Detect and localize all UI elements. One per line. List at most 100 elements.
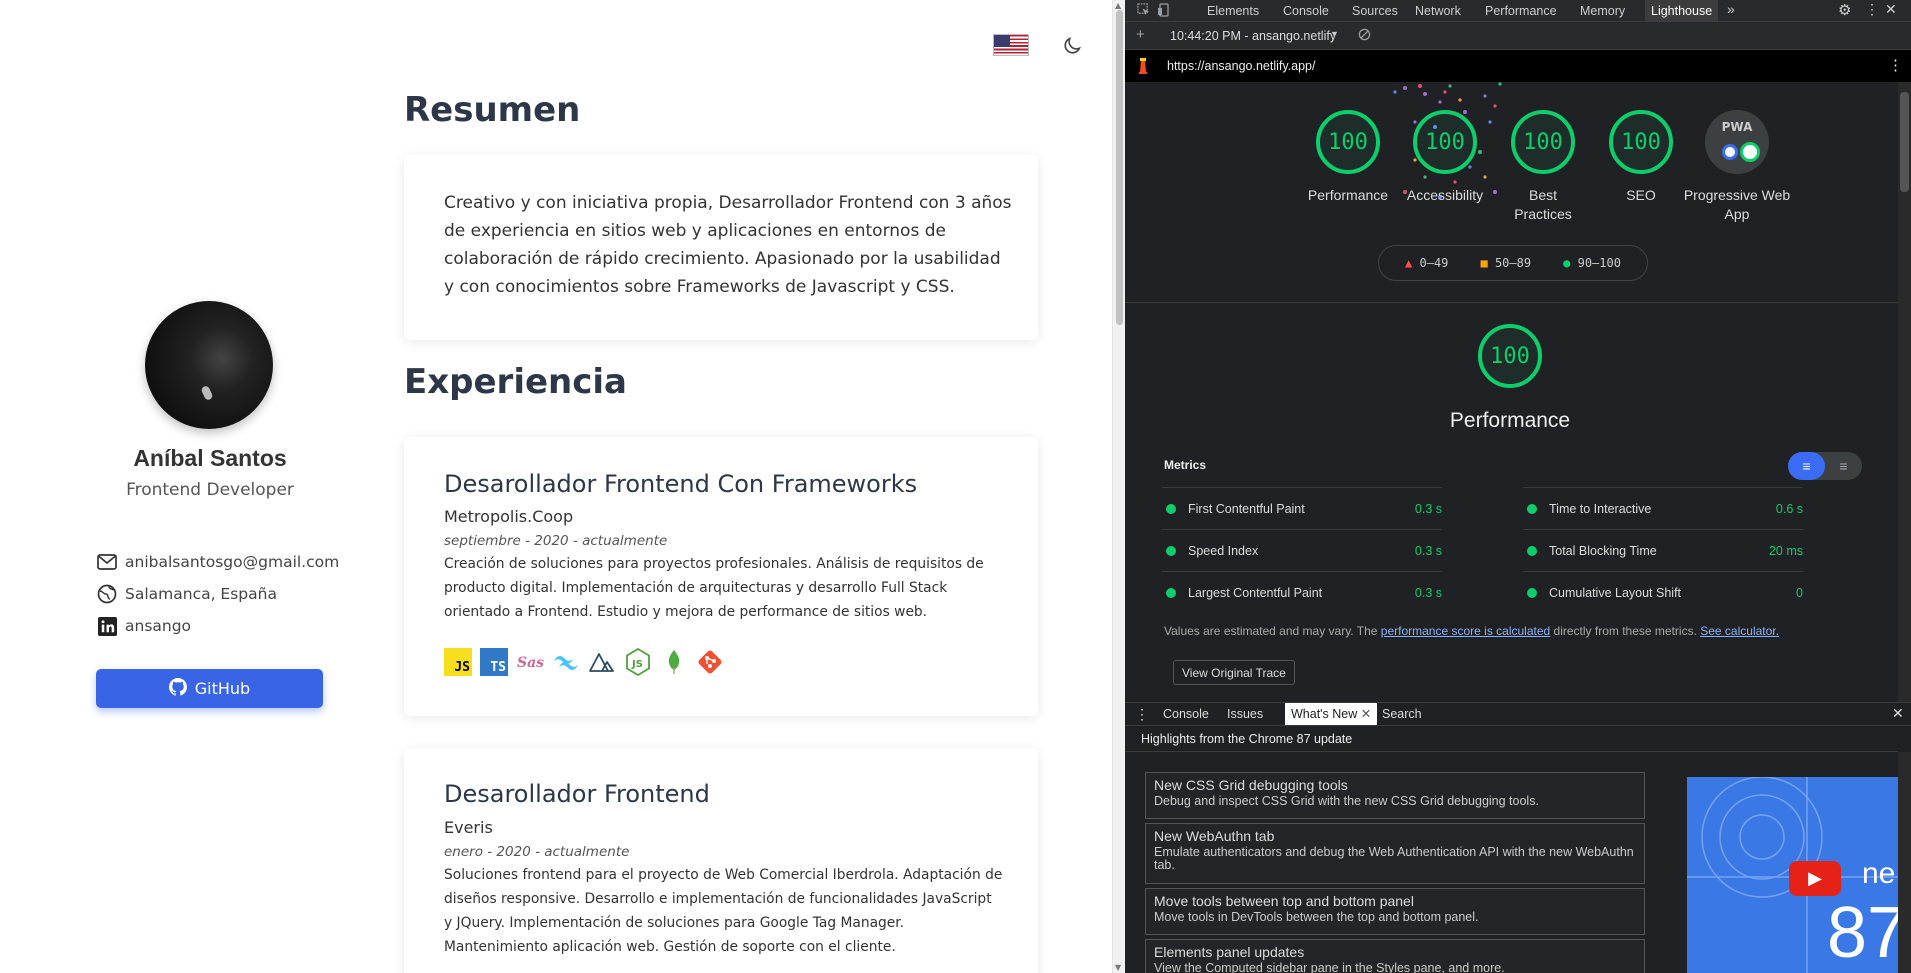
summary-card: Creativo y con iniciativa propia, Desarr… <box>404 155 1038 340</box>
kebab-menu-icon[interactable]: ⋮ <box>1865 1 1879 18</box>
summary-heading: Resumen <box>404 90 581 130</box>
news-item[interactable]: Elements panel updates View the Computed … <box>1145 939 1645 973</box>
kebab-menu-icon[interactable]: ⋮ <box>1888 56 1903 74</box>
experience-heading: Experiencia <box>404 362 627 402</box>
lighthouse-report: 100 Performance 100 Accessibility 100 Be… <box>1125 82 1898 702</box>
add-report-icon[interactable]: + <box>1136 26 1145 43</box>
expanded-view-icon[interactable]: ≡ <box>1825 452 1862 480</box>
email-contact[interactable]: anibalsantosgo@gmail.com <box>97 552 339 572</box>
pass-dot-icon <box>1527 587 1537 598</box>
score-calculated-link[interactable]: performance score is calculated <box>1381 624 1550 638</box>
javascript-icon: JS <box>444 648 472 676</box>
close-icon[interactable]: ✕ <box>1885 1 1897 18</box>
page-scrollbar[interactable]: ▲ ▼ <box>1112 0 1125 973</box>
tab-performance[interactable]: Performance <box>1485 4 1557 18</box>
report-scrollbar[interactable] <box>1898 82 1911 702</box>
pass-dot-icon <box>1166 587 1176 598</box>
tab-network[interactable]: Network <box>1415 4 1461 18</box>
tab-lighthouse[interactable]: Lighthouse <box>1645 0 1719 22</box>
news-item[interactable]: New WebAuthn tab Emulate authenticators a… <box>1145 823 1645 884</box>
lighthouse-toolbar: + 10:44:20 PM - ansango.netlify ▼ <box>1125 22 1911 50</box>
metric-name: Speed Index <box>1188 543 1259 558</box>
report-url[interactable]: https://ansango.netlify.app/ <box>1167 59 1315 73</box>
mail-icon <box>97 552 117 572</box>
drawer-header: Highlights from the Chrome 87 update <box>1141 732 1353 746</box>
linkedin-icon <box>97 616 117 636</box>
video-text: ne <box>1862 857 1896 890</box>
news-item[interactable]: Move tools between top and bottom panel M… <box>1145 888 1645 935</box>
report-url-bar: https://ansango.netlify.app/ ⋮ <box>1125 50 1911 82</box>
news-desc: View the Computed sidebar pane in the St… <box>1154 961 1505 973</box>
pass-dot-icon <box>1527 545 1537 556</box>
nodejs-icon: JS <box>624 648 652 676</box>
triangle-icon: ▲ <box>1405 256 1413 270</box>
us-flag-icon[interactable] <box>993 34 1029 56</box>
clear-icon[interactable] <box>1358 28 1371 44</box>
news-item[interactable]: New CSS Grid debugging tools Debug and in… <box>1145 772 1645 819</box>
view-toggle[interactable]: ≡ ≡ <box>1788 452 1862 480</box>
metric-name: Total Blocking Time <box>1549 543 1657 558</box>
chevron-down-icon[interactable]: ▼ <box>1330 29 1339 39</box>
news-title: Elements panel updates <box>1154 944 1305 960</box>
job-card: Desarollador Frontend Con Frameworks Met… <box>404 437 1038 716</box>
report-select[interactable]: 10:44:20 PM - ansango.netlify <box>1170 29 1336 43</box>
play-icon[interactable]: ▶ <box>1789 861 1841 896</box>
drawer-tab-whats-new[interactable]: What's New ✕ <box>1285 703 1378 725</box>
drawer-menu-icon[interactable]: ⋮ <box>1135 706 1149 723</box>
drawer-scrollbar[interactable] <box>1898 752 1911 973</box>
whats-new-video-thumbnail[interactable]: ▶ ne 87 <box>1687 777 1898 973</box>
metric-value: 0.3 s <box>1414 585 1442 600</box>
note-text: Values are estimated and may vary. The <box>1164 624 1381 638</box>
gear-icon[interactable]: ⚙ <box>1838 1 1851 19</box>
lighthouse-logo-icon <box>1137 58 1149 77</box>
typescript-icon: TS <box>480 648 508 676</box>
tab-sources[interactable]: Sources <box>1352 4 1398 18</box>
gauge-label: Performance <box>1307 187 1389 203</box>
see-calculator-link[interactable]: See calculator. <box>1700 624 1779 638</box>
pwa-badge-icon[interactable]: PWA <box>1705 110 1769 174</box>
pwa-badge-text: PWA <box>1721 120 1753 134</box>
performance-gauge[interactable]: 100 <box>1316 110 1380 174</box>
view-trace-button[interactable]: View Original Trace <box>1173 660 1295 685</box>
metric-row: Total Blocking Time 20 ms <box>1523 529 1803 571</box>
svg-text:JS: JS <box>631 659 643 670</box>
linkedin-contact[interactable]: ansango <box>97 616 191 636</box>
accessibility-gauge[interactable]: 100 <box>1413 110 1477 174</box>
gauge-label: Progressive Web App <box>1683 187 1791 222</box>
metrics-heading: Metrics <box>1164 458 1207 472</box>
mongodb-icon <box>660 648 688 676</box>
moon-icon[interactable] <box>1061 35 1083 57</box>
divider <box>1125 725 1911 726</box>
tab-elements[interactable]: Elements <box>1207 4 1259 18</box>
svg-text:Sass: Sass <box>517 655 544 671</box>
compact-view-icon[interactable]: ≡ <box>1788 452 1825 480</box>
tab-console[interactable]: Console <box>1283 4 1329 18</box>
scrollbar-thumb[interactable] <box>1900 92 1909 192</box>
seo-gauge[interactable]: 100 <box>1609 110 1673 174</box>
metric-name: Largest Contentful Paint <box>1188 585 1323 600</box>
metric-name: Time to Interactive <box>1549 501 1652 516</box>
more-tabs-icon[interactable]: » <box>1727 1 1735 17</box>
drawer-tab-issues[interactable]: Issues <box>1227 707 1263 721</box>
gauge-label: SEO <box>1626 187 1656 203</box>
tab-memory[interactable]: Memory <box>1580 4 1625 18</box>
scrollbar-thumb[interactable] <box>1116 10 1123 325</box>
metric-row: Time to Interactive 0.6 s <box>1523 487 1803 529</box>
profile-name: Aníbal Santos <box>133 445 287 471</box>
github-icon <box>168 677 187 700</box>
email-text[interactable]: anibalsantosgo@gmail.com <box>125 553 339 571</box>
inspect-icon[interactable] <box>1137 3 1150 19</box>
avatar <box>145 301 273 429</box>
device-toolbar-icon[interactable] <box>1157 3 1171 20</box>
drawer-tab-console[interactable]: Console <box>1163 707 1209 721</box>
close-icon[interactable]: ✕ <box>1361 707 1371 721</box>
tailwind-icon <box>552 648 580 676</box>
metric-row: First Contentful Paint 0.3 s <box>1162 487 1442 529</box>
metric-row: Speed Index 0.3 s <box>1162 529 1442 571</box>
github-button[interactable]: GitHub <box>96 669 323 708</box>
news-desc: Emulate authenticators and debug the Web… <box>1154 845 1634 872</box>
close-icon[interactable]: ✕ <box>1892 705 1904 722</box>
linkedin-text[interactable]: ansango <box>125 617 191 635</box>
drawer-tab-search[interactable]: Search <box>1382 707 1422 721</box>
best-practices-gauge[interactable]: 100 <box>1511 110 1575 174</box>
